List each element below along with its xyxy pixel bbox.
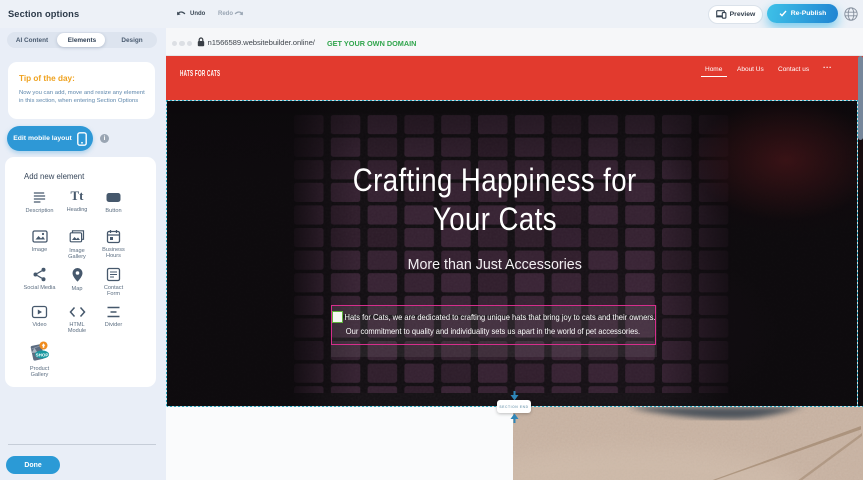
svg-text:SHOP: SHOP — [35, 353, 48, 358]
